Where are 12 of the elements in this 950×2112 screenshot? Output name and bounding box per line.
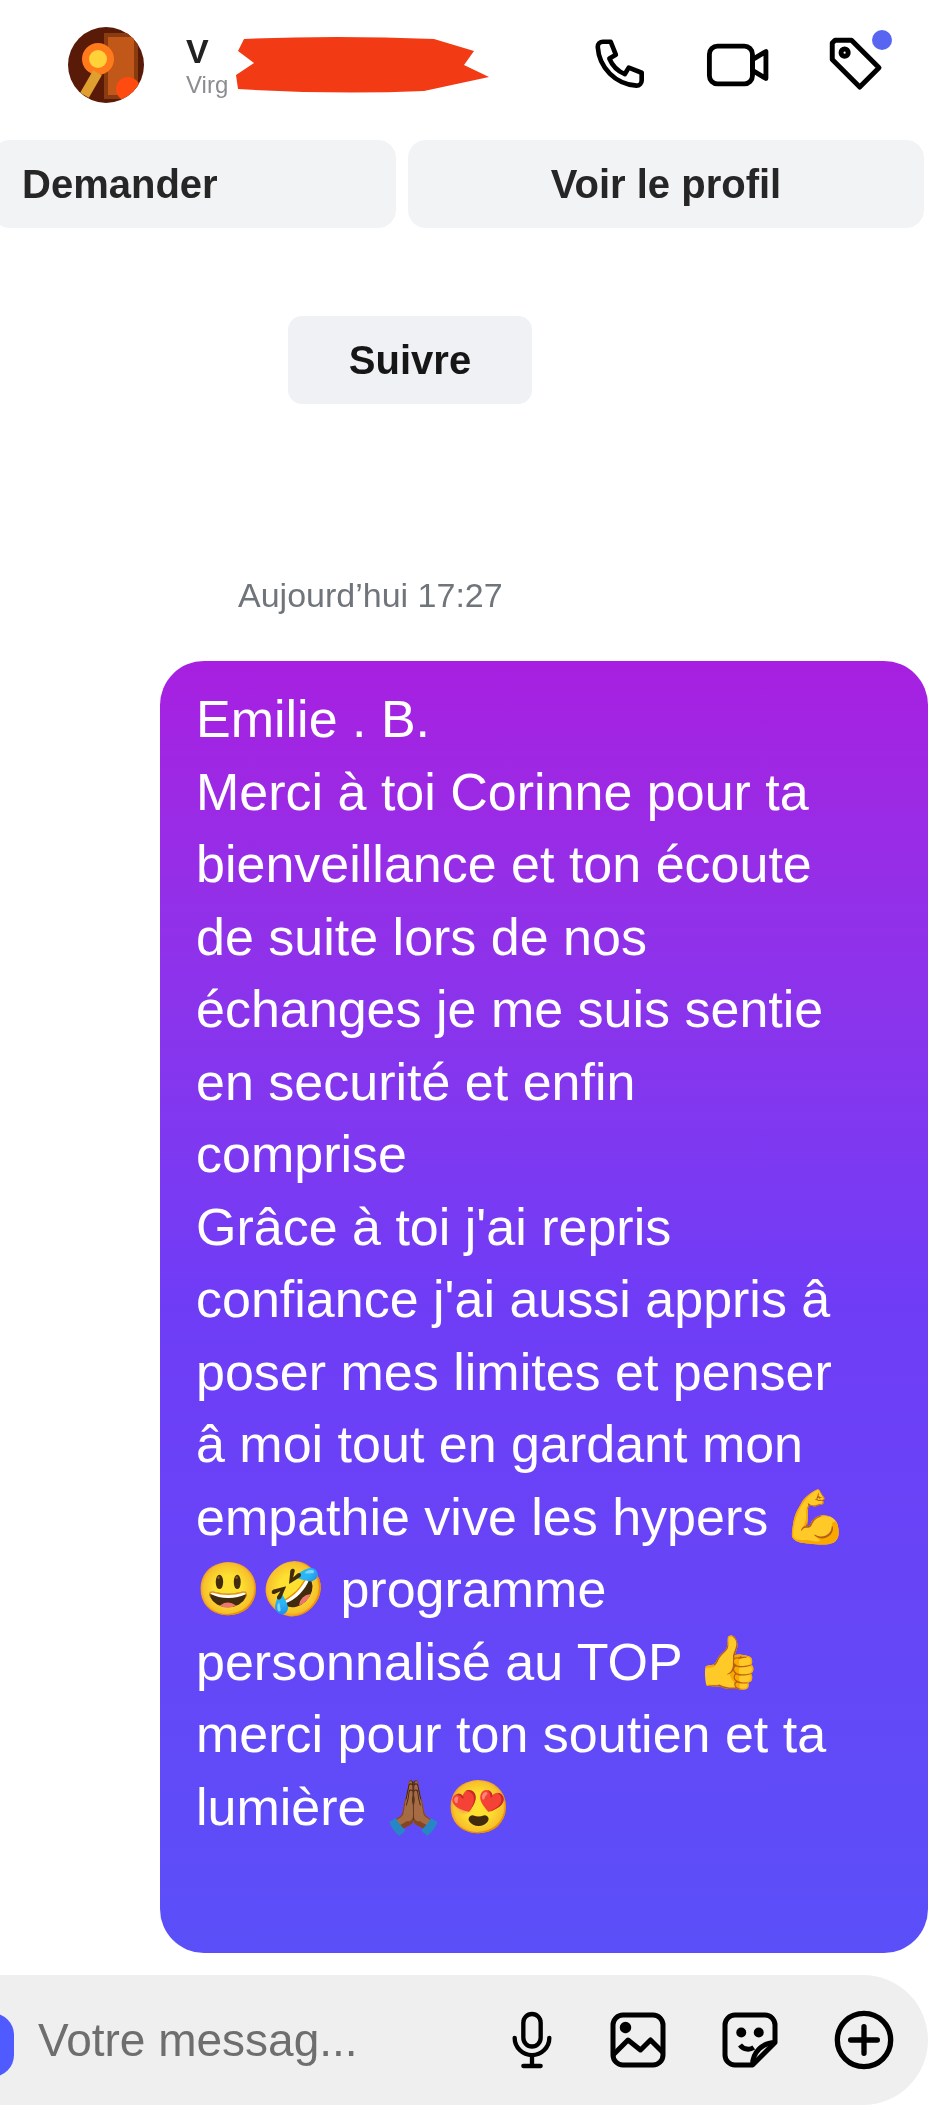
ask-button[interactable]: Demander (0, 140, 396, 228)
contact-name: V (186, 31, 209, 71)
message-bar[interactable]: Votre messag... (0, 1975, 928, 2105)
image-icon[interactable] (608, 2010, 668, 2070)
add-icon[interactable] (832, 2008, 896, 2072)
message-field[interactable]: Votre messag... (38, 2005, 478, 2075)
message-text: Emilie . B. Merci à toi Corinne pour ta bienveillance et ton écoute de suite lors de nos échanges je me suis sentie en securité et enfin comprise Grâce à toi j'ai repris confiance j'ai aussi appris â poser mes limites et penser â moi tout en gardant mon empathie vive les hypers 💪 😃🤣 programme personnalisé au TOP 👍 merci pour ton soutien et ta lumière 🙏🏾😍 (196, 689, 849, 1838)
follow-button[interactable]: Suivre (288, 316, 532, 404)
contact-username: Virg (186, 71, 229, 99)
sticker-icon[interactable] (720, 2010, 780, 2070)
date-separator: Aujourd’hui 17:27 (238, 575, 503, 616)
view-profile-button[interactable]: Voir le profil (408, 140, 924, 228)
